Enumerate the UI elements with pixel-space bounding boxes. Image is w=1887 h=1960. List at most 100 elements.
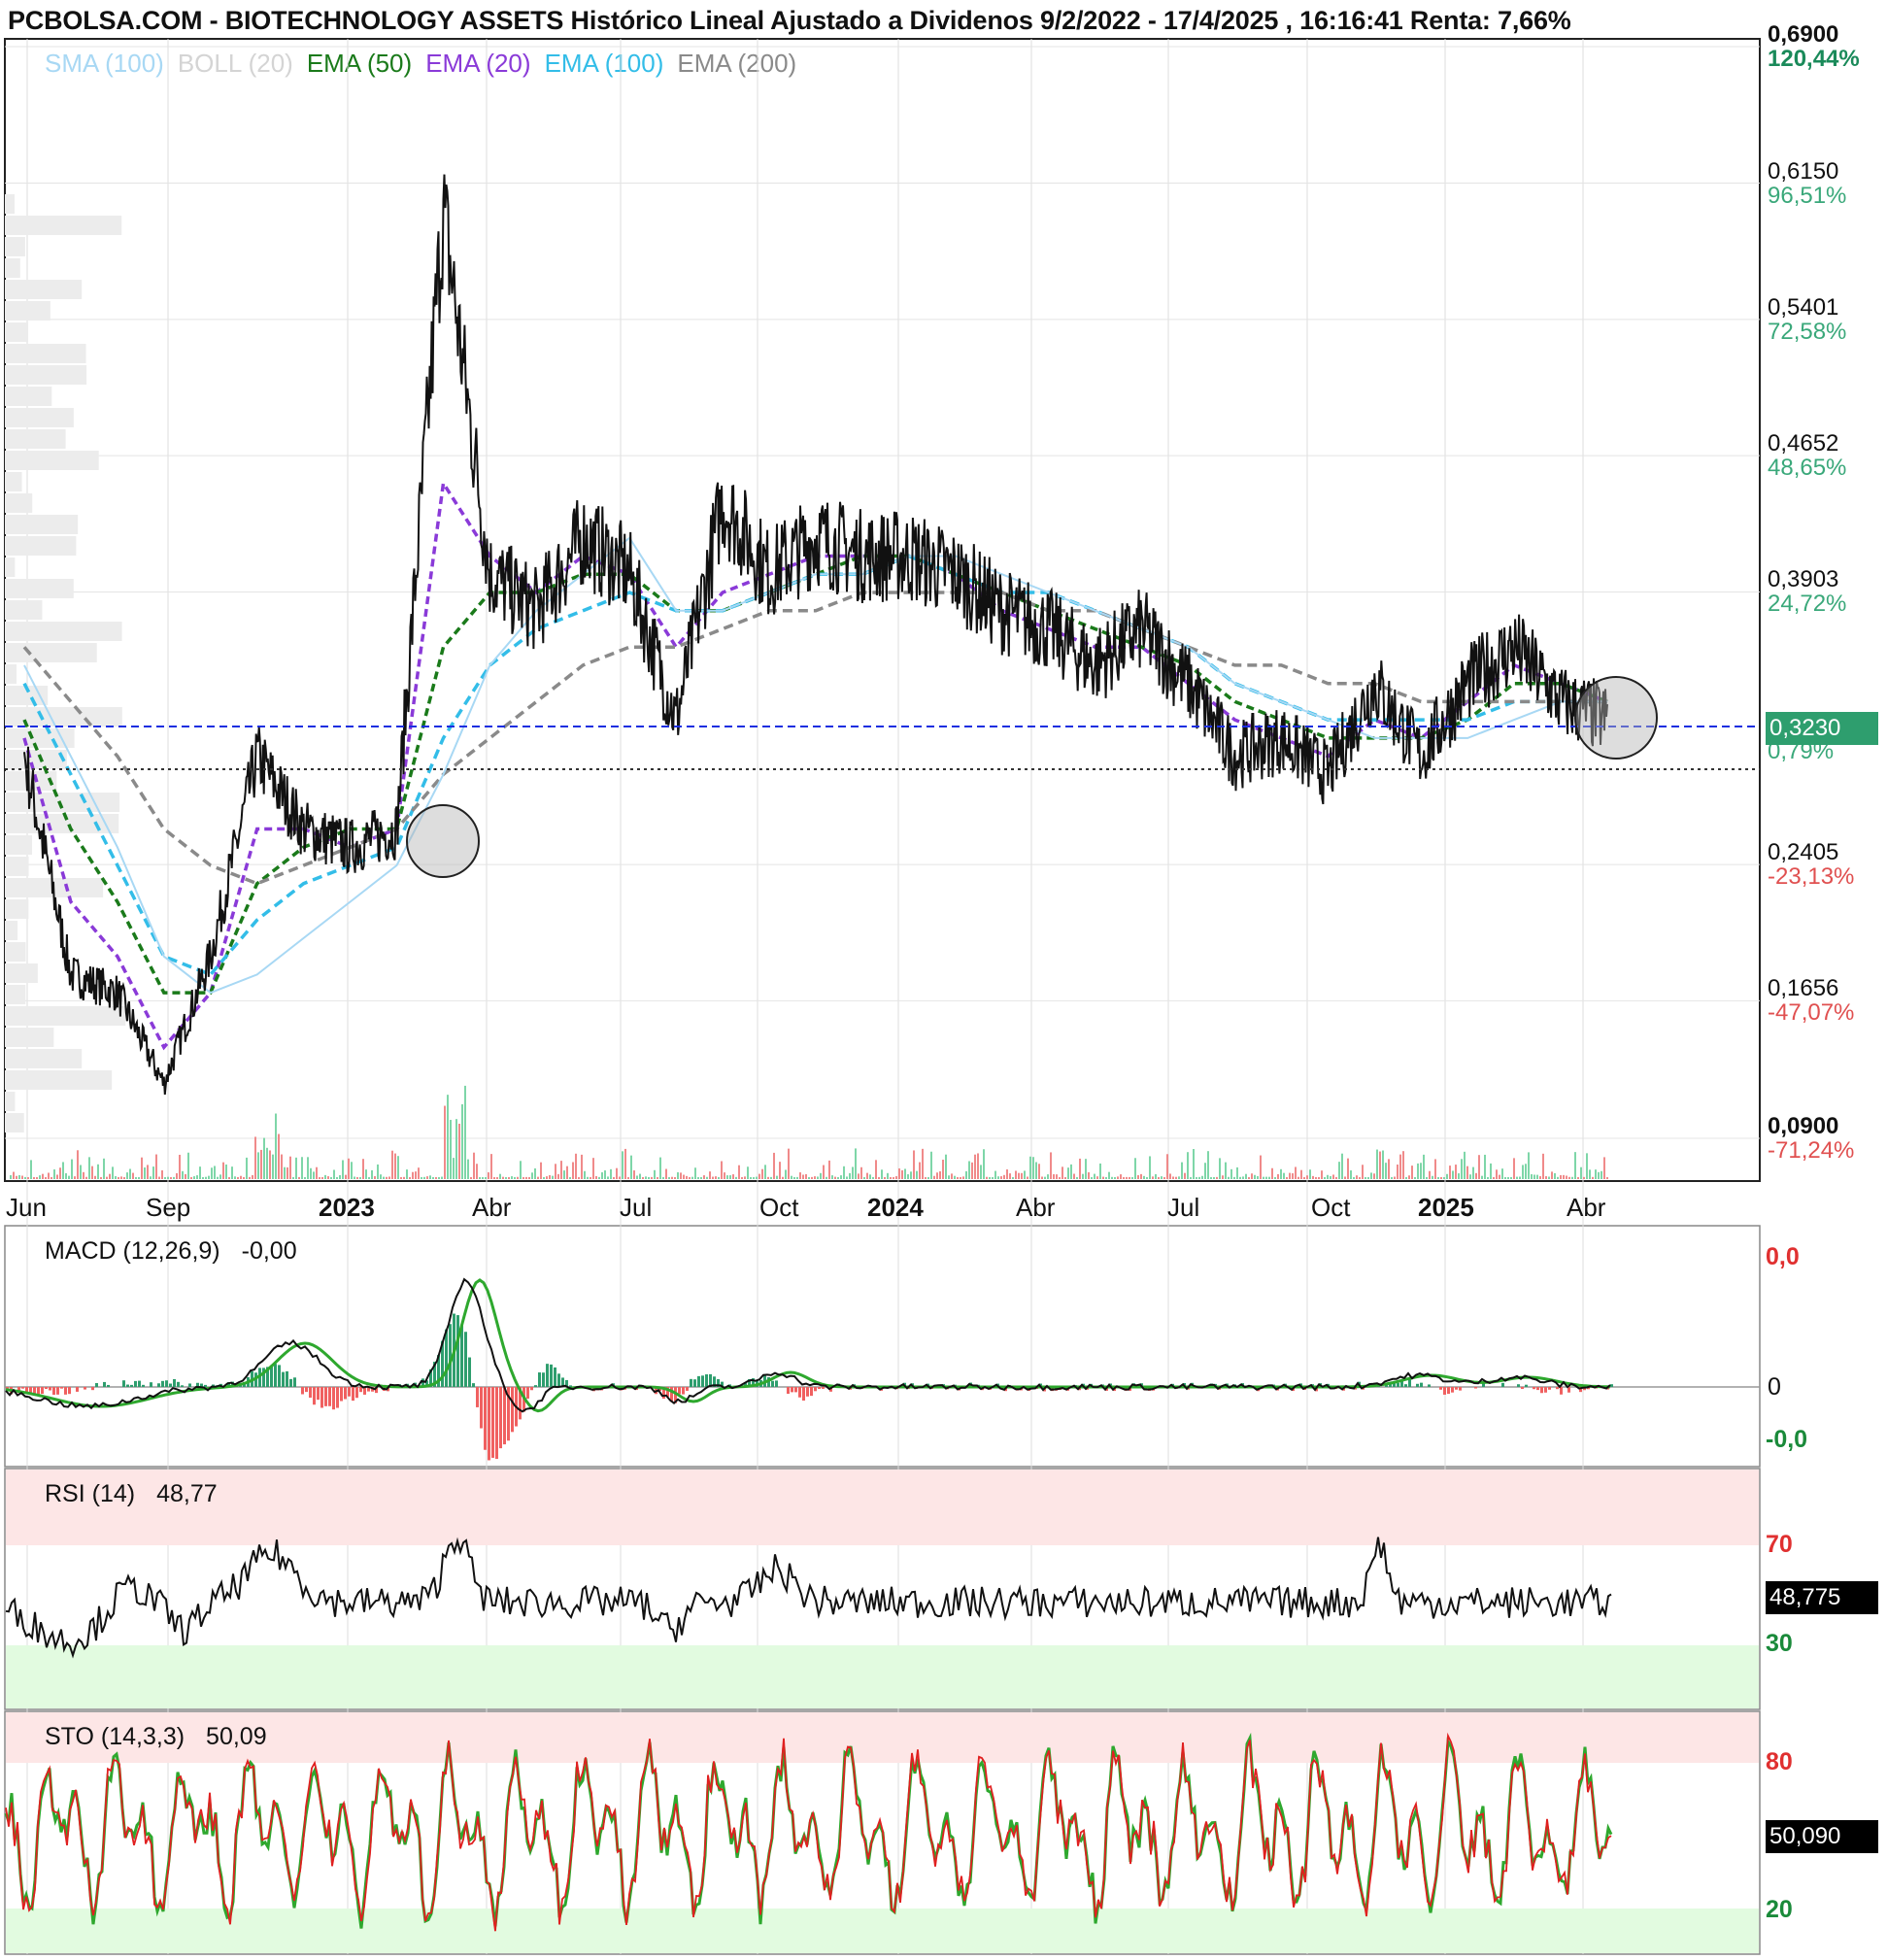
macd-histogram-bar: [289, 1378, 292, 1387]
macd-histogram-bar: [798, 1387, 801, 1398]
volume-profile-bar: [5, 1113, 24, 1132]
macd-histogram-bar: [122, 1380, 125, 1387]
volume-profile-bar: [5, 1006, 126, 1026]
volume-bar: [432, 1176, 434, 1179]
volume-bar: [624, 1148, 626, 1179]
volume-bar: [1123, 1176, 1125, 1179]
rsi-value-box: 48,775: [1766, 1581, 1878, 1614]
macd-histogram-bar: [484, 1387, 487, 1450]
price-axis-value: 0,3903: [1768, 566, 1839, 593]
macd-histogram-bar: [293, 1377, 296, 1387]
volume-bar: [1452, 1170, 1454, 1179]
volume-bar: [977, 1153, 979, 1179]
volume-bar: [951, 1173, 953, 1179]
volume-bar: [74, 1176, 76, 1179]
volume-bar: [578, 1176, 580, 1179]
macd-histogram-bar: [1459, 1387, 1462, 1391]
volume-bar: [960, 1176, 961, 1179]
volume-bar: [703, 1175, 705, 1179]
price-axis-value: 0,2405: [1768, 839, 1839, 866]
volume-bar: [336, 1176, 338, 1179]
volume-bar: [496, 1176, 498, 1179]
volume-bar: [1551, 1171, 1553, 1179]
macd-histogram-bar: [771, 1380, 774, 1387]
macd-histogram-bar: [554, 1367, 556, 1387]
volume-bar: [1076, 1176, 1078, 1179]
volume-bar: [91, 1166, 93, 1179]
volume-profile-bar: [5, 857, 29, 876]
macd-histogram-bar: [794, 1387, 797, 1393]
volume-bar: [217, 1176, 219, 1179]
volume-bar: [805, 1173, 807, 1179]
volume-bar: [88, 1157, 90, 1179]
macd-histogram-bar: [1439, 1387, 1442, 1390]
volume-bar: [228, 1176, 230, 1179]
volume-bar: [476, 1164, 478, 1179]
volume-bar: [10, 1174, 12, 1179]
volume-bar: [243, 1176, 245, 1179]
highlight-circle: [406, 804, 480, 878]
volume-bar: [345, 1174, 347, 1179]
volume-bar: [520, 1161, 522, 1179]
macd-histogram-bar: [511, 1387, 514, 1433]
volume-bar: [68, 1175, 70, 1179]
volume-bar: [785, 1169, 787, 1179]
volume-bar: [1088, 1172, 1090, 1179]
volume-bar: [1522, 1165, 1524, 1179]
volume-bar: [1373, 1173, 1375, 1179]
volume-bar: [683, 1174, 685, 1179]
volume-bar: [898, 1167, 900, 1179]
volume-bar: [654, 1169, 656, 1179]
volume-bar: [700, 1177, 702, 1179]
volume-bar: [528, 1176, 530, 1179]
volume-bar: [866, 1172, 868, 1179]
volume-bar: [563, 1170, 565, 1179]
volume-bar: [1163, 1176, 1165, 1179]
rsi-panel: [5, 1470, 1759, 1708]
time-axis-label: Abr: [1567, 1193, 1606, 1222]
volume-bar: [1554, 1172, 1556, 1179]
volume-bar: [887, 1172, 889, 1179]
volume-bar: [461, 1103, 463, 1179]
volume-bar: [1583, 1176, 1585, 1179]
volume-bar: [724, 1172, 725, 1179]
volume-bar: [1196, 1177, 1197, 1179]
volume-bar: [537, 1176, 539, 1179]
volume-bar: [697, 1176, 699, 1179]
volume-bar: [1251, 1173, 1253, 1179]
volume-bar: [1152, 1176, 1154, 1179]
macd-histogram-bar: [95, 1383, 98, 1387]
volume-bar: [799, 1172, 801, 1179]
volume-bar: [674, 1176, 676, 1179]
macd-histogram-bar: [68, 1387, 71, 1395]
volume-bar: [1586, 1153, 1588, 1179]
volume-bar: [313, 1171, 315, 1179]
macd-histogram-bar: [282, 1371, 285, 1387]
volume-bar: [21, 1175, 23, 1179]
volume-bar: [738, 1165, 740, 1179]
price-axis-pct: 24,72%: [1768, 591, 1847, 618]
volume-bar: [222, 1162, 224, 1179]
volume-bar: [968, 1161, 970, 1179]
volume-bar: [368, 1176, 370, 1179]
volume-bar: [418, 1167, 420, 1179]
macd-histogram-bar: [818, 1387, 821, 1390]
volume-bar: [1000, 1176, 1002, 1179]
macd-histogram-bar: [678, 1387, 681, 1395]
volume-profile-bar: [5, 942, 26, 962]
macd-histogram-bar: [693, 1379, 696, 1387]
price-axis-pct: 96,51%: [1768, 182, 1847, 209]
volume-profile-bar: [5, 408, 74, 427]
volume-profile-bar: [5, 387, 52, 406]
volume-bar: [1501, 1168, 1503, 1179]
volume-profile-bar: [5, 899, 29, 919]
volume-bar: [828, 1160, 830, 1179]
volume-bar: [170, 1177, 172, 1179]
volume-bar: [415, 1171, 417, 1179]
volume-bar: [1166, 1154, 1168, 1179]
volume-bar: [665, 1168, 667, 1179]
macd-histogram-bar: [464, 1332, 467, 1387]
price-axis-value: 0,6900: [1768, 21, 1839, 48]
volume-bar: [359, 1176, 361, 1179]
volume-bar: [881, 1169, 883, 1179]
